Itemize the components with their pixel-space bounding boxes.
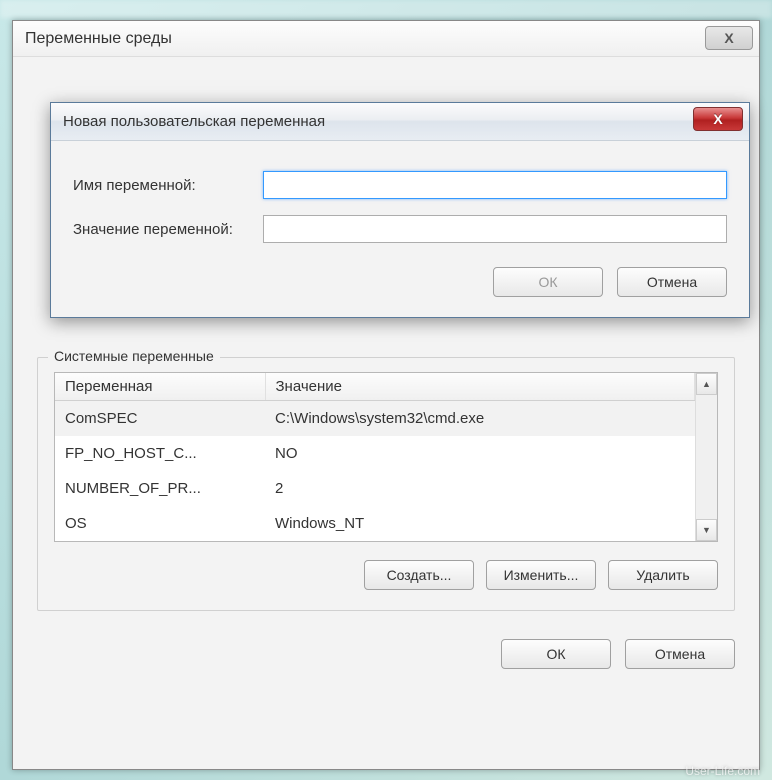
close-icon: X [713, 111, 722, 127]
scroll-down-button[interactable]: ▼ [696, 519, 717, 541]
cell-val: Windows_NT [265, 506, 695, 541]
modal-body: Имя переменной: Значение переменной: ОК … [51, 141, 749, 317]
modal-close-button[interactable]: X [693, 107, 743, 131]
scroll-track[interactable] [696, 395, 717, 519]
var-value-input[interactable] [263, 215, 727, 243]
watermark: User-Life.com [685, 764, 760, 778]
delete-button[interactable]: Удалить [608, 560, 718, 590]
new-user-var-dialog: Новая пользовательская переменная X Имя … [50, 102, 750, 318]
system-vars-table-wrap: Переменная Значение ComSPEC C:\Windows\s… [54, 372, 718, 542]
create-button[interactable]: Создать... [364, 560, 474, 590]
cell-var: ComSPEC [55, 401, 265, 437]
var-value-label: Значение переменной: [73, 221, 263, 238]
arrow-down-icon: ▼ [702, 525, 711, 535]
cell-val: 2 [265, 471, 695, 506]
close-icon: X [724, 30, 733, 46]
groupbox-title: Системные переменные [48, 348, 220, 364]
arrow-up-icon: ▲ [702, 379, 711, 389]
parent-titlebar[interactable]: Переменные среды X [13, 21, 759, 57]
var-name-input[interactable] [263, 171, 727, 199]
cell-val: C:\Windows\system32\cmd.exe [265, 401, 695, 437]
modal-cancel-button[interactable]: Отмена [617, 267, 727, 297]
scroll-up-button[interactable]: ▲ [696, 373, 717, 395]
col-value[interactable]: Значение [265, 373, 695, 401]
cancel-button[interactable]: Отмена [625, 639, 735, 669]
ok-button[interactable]: ОК [501, 639, 611, 669]
system-vars-table[interactable]: Переменная Значение ComSPEC C:\Windows\s… [55, 373, 695, 541]
cell-var: FP_NO_HOST_C... [55, 436, 265, 471]
cell-val: NO [265, 436, 695, 471]
parent-title: Переменные среды [25, 30, 172, 48]
cell-var: OS [55, 506, 265, 541]
modal-ok-button[interactable]: ОК [493, 267, 603, 297]
var-name-label: Имя переменной: [73, 177, 263, 194]
table-row[interactable]: NUMBER_OF_PR... 2 [55, 471, 695, 506]
table-row[interactable]: OS Windows_NT [55, 506, 695, 541]
system-vars-groupbox: Системные переменные Переменная Значение… [37, 357, 735, 611]
table-row[interactable]: FP_NO_HOST_C... NO [55, 436, 695, 471]
col-variable[interactable]: Переменная [55, 373, 265, 401]
vertical-scrollbar[interactable]: ▲ ▼ [695, 373, 717, 541]
parent-close-button[interactable]: X [705, 26, 753, 50]
modal-titlebar[interactable]: Новая пользовательская переменная X [51, 103, 749, 141]
modal-title: Новая пользовательская переменная [63, 113, 325, 130]
table-row[interactable]: ComSPEC C:\Windows\system32\cmd.exe [55, 401, 695, 437]
cell-var: NUMBER_OF_PR... [55, 471, 265, 506]
edit-button[interactable]: Изменить... [486, 560, 596, 590]
